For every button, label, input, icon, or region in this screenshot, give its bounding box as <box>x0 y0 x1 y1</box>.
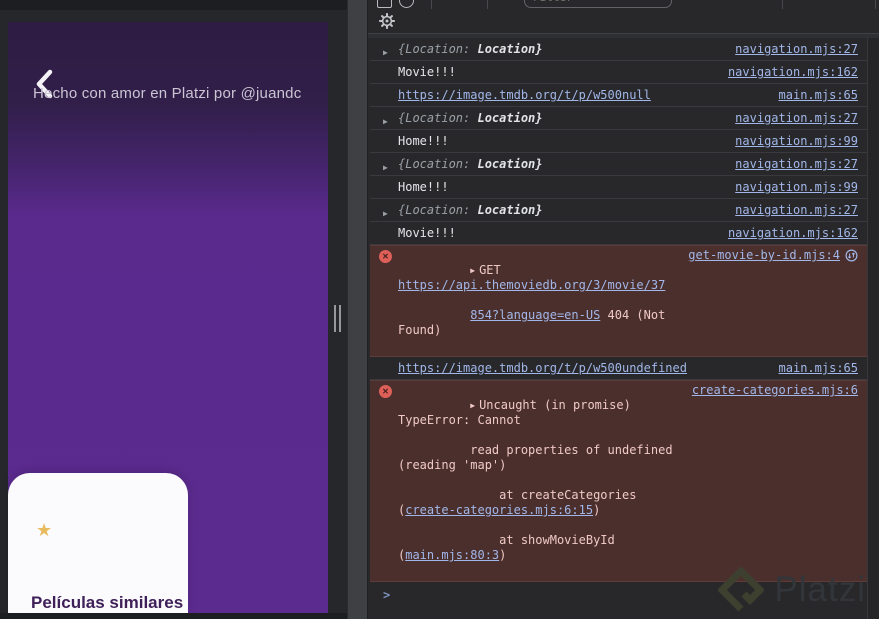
console-row-object: ▶ {Location: Location} navigation.mjs:27 <box>370 199 868 222</box>
image-url-link[interactable]: https://image.tmdb.org/t/p/w500null <box>398 88 651 102</box>
console-row-object: ▶ {Location: Location} navigation.mjs:27 <box>370 38 868 61</box>
console-sidebar-icon[interactable] <box>377 0 392 8</box>
viewport-resize-handle[interactable] <box>328 0 347 619</box>
source-link[interactable]: navigation.mjs:99 <box>735 134 858 148</box>
console-row-log: Movie!!! navigation.mjs:162 <box>370 61 868 84</box>
source-link[interactable]: main.mjs:65 <box>779 361 858 375</box>
source-link[interactable]: get-movie-by-id.mjs:4 <box>688 248 840 263</box>
expand-arrow-icon[interactable]: ▶ <box>383 207 388 221</box>
console-messages: ▶ {Location: Location} navigation.mjs:27… <box>370 38 868 601</box>
stack-frame-link[interactable]: main.mjs:80:3 <box>405 548 499 562</box>
platzi-watermark: Platzi <box>718 567 866 613</box>
request-url-link[interactable]: https://api.themoviedb.org/3/movie/37 <box>398 278 665 292</box>
console-error-exception: ✕ ▶ Uncaught (in promise) TypeError: Cann… <box>370 380 868 582</box>
similar-movies-title: Películas similares <box>31 593 184 612</box>
similar-movies-card: ★ Películas similares <box>8 473 188 613</box>
toolbar-divider <box>431 0 432 9</box>
clear-console-icon[interactable] <box>399 0 414 8</box>
toolbar-divider <box>875 0 876 9</box>
console-row-log: Movie!!! navigation.mjs:162 <box>370 222 868 245</box>
source-link[interactable]: navigation.mjs:162 <box>728 65 858 79</box>
settings-gear-icon[interactable] <box>379 13 395 29</box>
request-url-link[interactable]: 854?language=en-US <box>470 308 600 322</box>
device-viewport-area: Hecho con amor en Platzi por @juandc ★ P… <box>0 0 347 619</box>
devtools-console-panel: ▶ {Location: Location} navigation.mjs:27… <box>368 0 879 619</box>
screenshot-root: Hecho con amor en Platzi por @juandc ★ P… <box>0 0 879 619</box>
source-link[interactable]: navigation.mjs:162 <box>728 226 858 240</box>
console-error-network: ✕ ▶ GET https://api.themoviedb.org/3/movi… <box>370 245 868 357</box>
expand-arrow-icon[interactable]: ▶ <box>383 161 388 175</box>
source-link[interactable]: navigation.mjs:99 <box>735 180 858 194</box>
expand-arrow-icon[interactable]: ▶ <box>470 266 475 275</box>
platzi-logo-icon <box>718 567 765 612</box>
source-link[interactable]: navigation.mjs:27 <box>735 111 858 125</box>
reveal-in-network-icon[interactable] <box>845 249 858 262</box>
console-row-log: https://image.tmdb.org/t/p/w500undefined… <box>370 357 868 380</box>
console-row-log: Home!!! navigation.mjs:99 <box>370 176 868 199</box>
console-scrollbar-gutter[interactable] <box>867 38 879 619</box>
expand-arrow-icon[interactable]: ▶ <box>470 401 475 410</box>
toolbar-divider <box>487 0 488 9</box>
toolbar-divider <box>782 0 783 9</box>
error-icon: ✕ <box>379 385 392 398</box>
movie-detail-page: Hecho con amor en Platzi por @juandc ★ P… <box>8 22 328 613</box>
expand-arrow-icon[interactable]: ▶ <box>383 46 388 60</box>
console-toolbar <box>368 0 879 34</box>
browser-bottom-strip <box>0 613 347 619</box>
expand-arrow-icon[interactable]: ▶ <box>383 115 388 129</box>
console-row-object: ▶ {Location: Location} navigation.mjs:27 <box>370 107 868 130</box>
source-link[interactable]: navigation.mjs:27 <box>735 157 858 171</box>
source-link[interactable]: navigation.mjs:27 <box>735 42 858 56</box>
browser-chrome-strip <box>0 0 347 10</box>
console-row-log: Home!!! navigation.mjs:99 <box>370 130 868 153</box>
filter-input[interactable] <box>524 0 672 8</box>
image-url-link[interactable]: https://image.tmdb.org/t/p/w500undefined <box>398 361 687 375</box>
prompt-chevron-icon: > <box>383 588 391 602</box>
error-icon: ✕ <box>379 250 392 263</box>
console-row-log: https://image.tmdb.org/t/p/w500null main… <box>370 84 868 107</box>
devtools-dock-splitter[interactable] <box>347 0 368 619</box>
star-icon: ★ <box>36 520 53 540</box>
source-link[interactable]: create-categories.mjs:6 <box>692 383 858 398</box>
source-link[interactable]: main.mjs:65 <box>779 88 858 102</box>
console-row-object: ▶ {Location: Location} navigation.mjs:27 <box>370 153 868 176</box>
source-link[interactable]: navigation.mjs:27 <box>735 203 858 217</box>
stack-frame-link[interactable]: create-categories.mjs:6:15 <box>405 503 593 517</box>
page-footer-caption: Hecho con amor en Platzi por @juandc <box>33 85 302 102</box>
platzi-watermark-text: Platzi <box>774 570 866 609</box>
